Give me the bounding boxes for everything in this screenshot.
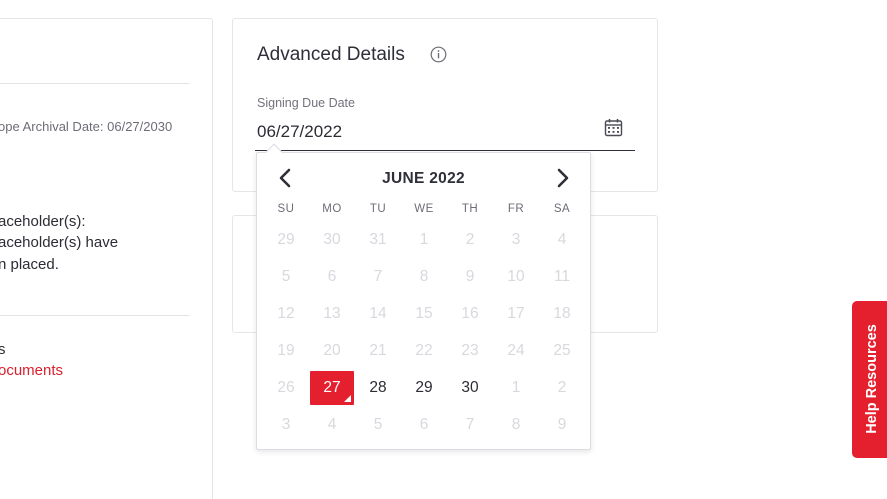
calendar-day: 8 <box>419 268 429 285</box>
calendar-day: 3 <box>281 416 291 433</box>
calendar-day: 5 <box>281 268 291 285</box>
advanced-details-title: Advanced Details <box>257 44 405 65</box>
weekday-header: FR <box>507 203 525 215</box>
signing-due-date-label: Signing Due Date <box>257 96 355 110</box>
calendar-day: 11 <box>553 268 571 285</box>
calendar-day: 31 <box>369 231 387 248</box>
calendar-day: 17 <box>507 305 525 322</box>
calendar-day: 12 <box>277 305 295 322</box>
calendar-day-selected[interactable]: 27 <box>310 371 354 405</box>
calendar-day: 13 <box>323 305 341 322</box>
calendar-day: 25 <box>553 342 571 359</box>
calendar-day: 21 <box>369 342 387 359</box>
calendar-day: 30 <box>323 231 341 248</box>
calendar-day[interactable]: 30 <box>448 371 492 405</box>
weekday-header: SU <box>277 203 295 215</box>
documents-count-text: s <box>0 341 6 358</box>
calendar-day: 14 <box>369 305 387 322</box>
placeholder-heading: aceholder(s): <box>0 213 86 230</box>
calendar-day: 4 <box>327 416 337 433</box>
calendar-icon[interactable] <box>604 118 623 137</box>
date-picker-popup: JUNE 2022 SU MO TU WE TH FR SA 29 30 31 1 2 3 4 5 6 7 8 9… <box>256 143 591 450</box>
calendar-day: 26 <box>277 379 295 396</box>
calendar-day: 9 <box>557 416 567 433</box>
calendar-day: 6 <box>419 416 429 433</box>
calendar-day: 6 <box>327 268 337 285</box>
archival-date-text: ope Archival Date: 06/27/2030 <box>0 119 173 134</box>
calendar-day: 7 <box>465 416 475 433</box>
calendar-day: 10 <box>507 268 525 285</box>
help-resources-label: Help Resources <box>864 324 880 434</box>
calendar-day: 18 <box>553 305 571 322</box>
left-divider-top <box>0 83 189 84</box>
calendar-day: 9 <box>465 268 475 285</box>
calendar-day: 22 <box>415 342 433 359</box>
weekday-header: TU <box>369 203 387 215</box>
info-circle-icon[interactable] <box>430 46 447 63</box>
placeholder-status-line2: n placed. <box>0 256 59 273</box>
calendar-day: 24 <box>507 342 525 359</box>
calendar-day: 2 <box>557 379 567 396</box>
calendar-day: 8 <box>511 416 521 433</box>
placeholder-status-line1: aceholder(s) have <box>0 234 119 251</box>
calendar-day[interactable]: 29 <box>402 371 446 405</box>
weekday-header: TH <box>461 203 479 215</box>
left-divider-bottom <box>0 315 189 316</box>
weekday-header: WE <box>414 203 434 215</box>
calendar-day: 4 <box>557 231 567 248</box>
calendar-day: 1 <box>511 379 521 396</box>
calendar-day: 23 <box>461 342 479 359</box>
calendar-day: 3 <box>511 231 521 248</box>
calendar-day: 29 <box>277 231 295 248</box>
calendar-day: 15 <box>415 305 433 322</box>
calendar-day: 20 <box>323 342 341 359</box>
calendar-day: 5 <box>373 416 383 433</box>
weekday-header: SA <box>553 203 571 215</box>
calendar-day: 1 <box>419 231 429 248</box>
calendar-day: 16 <box>461 305 479 322</box>
signing-due-date-input[interactable] <box>255 114 635 151</box>
documents-link[interactable]: ocuments <box>0 362 63 379</box>
calendar-day: 7 <box>373 268 383 285</box>
weekday-header: MO <box>322 203 342 215</box>
calendar-day: 2 <box>465 231 475 248</box>
chevron-right-icon[interactable] <box>551 167 573 189</box>
calendar-day[interactable]: 28 <box>356 371 400 405</box>
help-resources-tab[interactable]: Help Resources <box>852 301 887 458</box>
month-year-title: JUNE 2022 <box>382 170 465 187</box>
calendar-day: 19 <box>277 342 295 359</box>
